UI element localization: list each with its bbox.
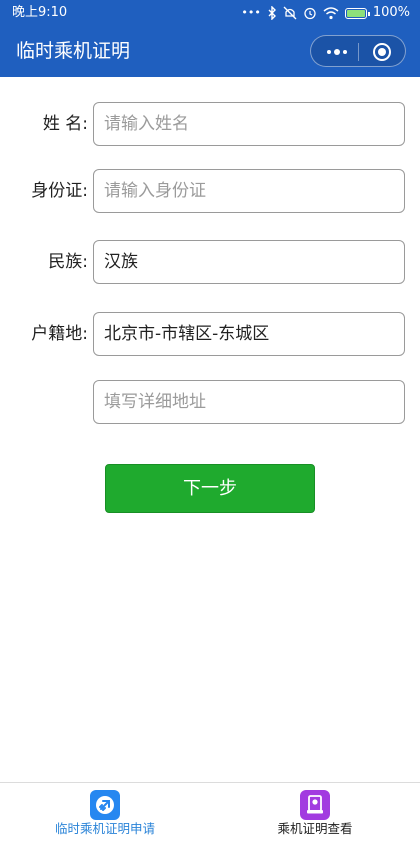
- household-region-picker[interactable]: 北京市-市辖区-东城区: [93, 312, 405, 356]
- wifi-icon: [323, 6, 339, 19]
- battery-percent: 100%: [372, 5, 410, 20]
- ethnicity-label: 民族:: [48, 252, 88, 272]
- more-dot: [343, 50, 347, 54]
- top-bar: 晚上9:10 ••• 100% 临时乘机证明: [0, 0, 420, 77]
- airplane-icon: [90, 790, 120, 820]
- id-row: 身份证:: [0, 169, 420, 213]
- ethnicity-row: 民族: 汉族: [0, 240, 420, 284]
- address-row: [0, 380, 420, 424]
- ethnicity-picker[interactable]: 汉族: [93, 240, 405, 284]
- status-bar: 晚上9:10 ••• 100%: [0, 0, 420, 26]
- miniprogram-capsule: [310, 35, 406, 67]
- household-row: 户籍地: 北京市-市辖区-东城区: [0, 312, 420, 356]
- id-number-input[interactable]: [93, 169, 405, 213]
- battery-icon: [344, 8, 370, 19]
- tab-apply-certificate[interactable]: 临时乘机证明申请: [0, 783, 210, 841]
- status-icons: ••• 100%: [241, 0, 410, 26]
- more-dots-icon: •••: [241, 6, 261, 19]
- next-step-button[interactable]: 下一步: [105, 464, 315, 513]
- id-label: 身份证:: [31, 181, 88, 201]
- bluetooth-icon: [268, 6, 276, 20]
- status-time: 晚上9:10: [12, 5, 68, 20]
- tab-view-certificate[interactable]: 乘机证明查看: [210, 783, 420, 841]
- tab-apply-label: 临时乘机证明申请: [54, 821, 155, 836]
- page-title: 临时乘机证明: [16, 40, 131, 62]
- household-label: 户籍地:: [31, 324, 88, 344]
- more-menu-button[interactable]: [325, 36, 349, 68]
- close-miniprogram-icon[interactable]: [373, 43, 391, 61]
- name-input[interactable]: [93, 102, 405, 146]
- more-dot: [327, 50, 331, 54]
- name-label: 姓 名:: [42, 114, 88, 134]
- tab-bar: 临时乘机证明申请 乘机证明查看: [0, 782, 420, 840]
- capsule-divider: [358, 43, 359, 61]
- tab-view-label: 乘机证明查看: [277, 821, 353, 836]
- more-dot: [334, 49, 340, 55]
- certificate-icon: [300, 790, 330, 820]
- mute-icon: [283, 6, 297, 20]
- alarm-icon: [304, 7, 316, 20]
- detail-address-input[interactable]: [93, 380, 405, 424]
- nav-bar: 临时乘机证明: [0, 26, 420, 77]
- name-row: 姓 名:: [0, 102, 420, 146]
